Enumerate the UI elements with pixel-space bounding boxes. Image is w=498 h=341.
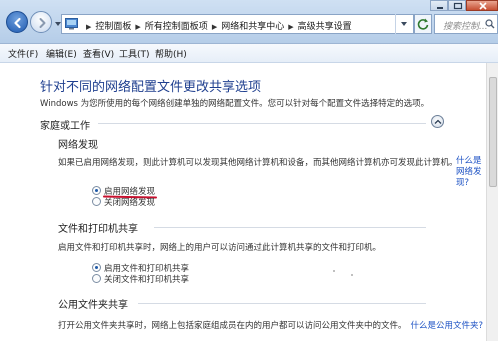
arrow-right-icon xyxy=(39,18,46,28)
breadcrumb-separator: ▶ xyxy=(135,23,141,31)
profile-header-label[interactable]: 家庭或工作 xyxy=(40,117,90,132)
minimize-button[interactable] xyxy=(430,0,448,11)
breadcrumb-separator: ▶ xyxy=(86,23,92,31)
option-label: 关闭文件和打印机共享 xyxy=(104,275,190,285)
menu-tools[interactable]: 工具(T) xyxy=(119,47,150,60)
search-icon[interactable] xyxy=(485,19,495,29)
public-folder-sharing-description: 打开公用文件夹共享时，网络上包括家庭组成员在内的用户都可以访问公用文件夹中的文件… xyxy=(58,319,483,331)
page-description: Windows 为您所使用的每个网络创建单独的网络配置文件。您可以针对每个配置文… xyxy=(40,99,430,109)
breadcrumb-all-items[interactable]: 所有控制面板项 xyxy=(145,22,208,32)
divider xyxy=(98,123,426,124)
menu-bar: 文件(F) 编辑(E) 查看(V) 工具(T) 帮助(H) xyxy=(0,44,498,63)
control-panel-icon xyxy=(65,18,78,30)
breadcrumb-separator: ▶ xyxy=(288,23,294,31)
network-discovery-description: 如果已启用网络发现，则此计算机可以发现其他网络计算机和设备，而其他网络计算机亦可… xyxy=(58,156,482,188)
breadcrumb-advanced-sharing[interactable]: 高级共享设置 xyxy=(298,22,352,32)
maximize-icon xyxy=(453,2,463,10)
radio-button[interactable] xyxy=(92,197,101,206)
arrow-left-icon xyxy=(14,17,21,29)
divider xyxy=(154,227,426,228)
search-box[interactable]: 搜索控制... xyxy=(434,14,498,34)
file-printer-sharing-heading: 文件和打印机共享 xyxy=(58,224,138,235)
address-dropdown-button[interactable] xyxy=(395,14,411,34)
search-placeholder: 搜索控制... xyxy=(443,22,488,32)
divider xyxy=(138,303,426,304)
close-icon xyxy=(479,2,487,10)
breadcrumb-separator: ▶ xyxy=(211,23,218,31)
minimize-icon xyxy=(437,7,443,9)
vertical-scrollbar[interactable] xyxy=(486,63,498,341)
chevron-down-icon xyxy=(401,22,407,26)
breadcrumb-network-center[interactable]: 网络和共享中心 xyxy=(221,22,284,32)
public-folder-text: 打开公用文件夹共享时，网络上包括家庭组成员在内的用户都可以访问公用文件夹中的文件… xyxy=(58,321,407,331)
radio-button[interactable] xyxy=(92,186,101,195)
chevron-up-icon xyxy=(434,119,442,124)
network-discovery-heading: 网络发现 xyxy=(58,140,98,151)
decorative-dot xyxy=(440,321,442,323)
menu-help[interactable]: 帮助(H) xyxy=(155,47,187,60)
scrollbar-thumb[interactable] xyxy=(489,77,497,187)
breadcrumb: ▶ 控制面板 ▶ 所有控制面板项 ▶ 网络和共享中心 ▶ 高级共享设置 xyxy=(82,19,352,32)
network-discovery-text: 如果已启用网络发现，则此计算机可以发现其他网络计算机和设备，而其他网络计算机亦可… xyxy=(58,158,458,168)
decorative-dot xyxy=(333,270,335,272)
public-folder-sharing-heading: 公用文件夹共享 xyxy=(58,300,128,311)
option-label: 关闭网络发现 xyxy=(104,198,156,208)
network-discovery-help-link[interactable]: 什么是网络发现? xyxy=(456,156,486,189)
radio-button[interactable] xyxy=(92,263,101,272)
close-button[interactable] xyxy=(466,0,498,11)
decorative-dot xyxy=(351,274,353,276)
back-button[interactable] xyxy=(6,11,28,33)
maximize-button[interactable] xyxy=(448,0,466,11)
radio-button[interactable] xyxy=(92,274,101,283)
address-bar[interactable]: ▶ 控制面板 ▶ 所有控制面板项 ▶ 网络和共享中心 ▶ 高级共享设置 xyxy=(61,14,414,34)
page-title: 针对不同的网络配置文件更改共享选项 xyxy=(40,80,262,95)
file-printer-sharing-description: 启用文件和打印机共享时，网络上的用户可以访问通过此计算机共享的文件和打印机。 xyxy=(58,243,382,253)
menu-view[interactable]: 查看(V) xyxy=(83,47,114,60)
menu-edit[interactable]: 编辑(E) xyxy=(46,47,77,60)
refresh-button[interactable] xyxy=(414,14,432,34)
public-folder-help-link[interactable]: 什么是公用文件夹? xyxy=(411,321,484,331)
collapse-profile-button[interactable] xyxy=(431,115,444,128)
address-toolbar: ▶ 控制面板 ▶ 所有控制面板项 ▶ 网络和共享中心 ▶ 高级共享设置 搜索控制... xyxy=(0,0,498,44)
breadcrumb-control-panel[interactable]: 控制面板 xyxy=(95,22,131,32)
main-content: 针对不同的网络配置文件更改共享选项 Windows 为您所使用的每个网络创建单独… xyxy=(0,63,486,341)
forward-button[interactable] xyxy=(30,11,52,33)
refresh-icon xyxy=(417,18,429,30)
menu-file[interactable]: 文件(F) xyxy=(8,47,38,60)
